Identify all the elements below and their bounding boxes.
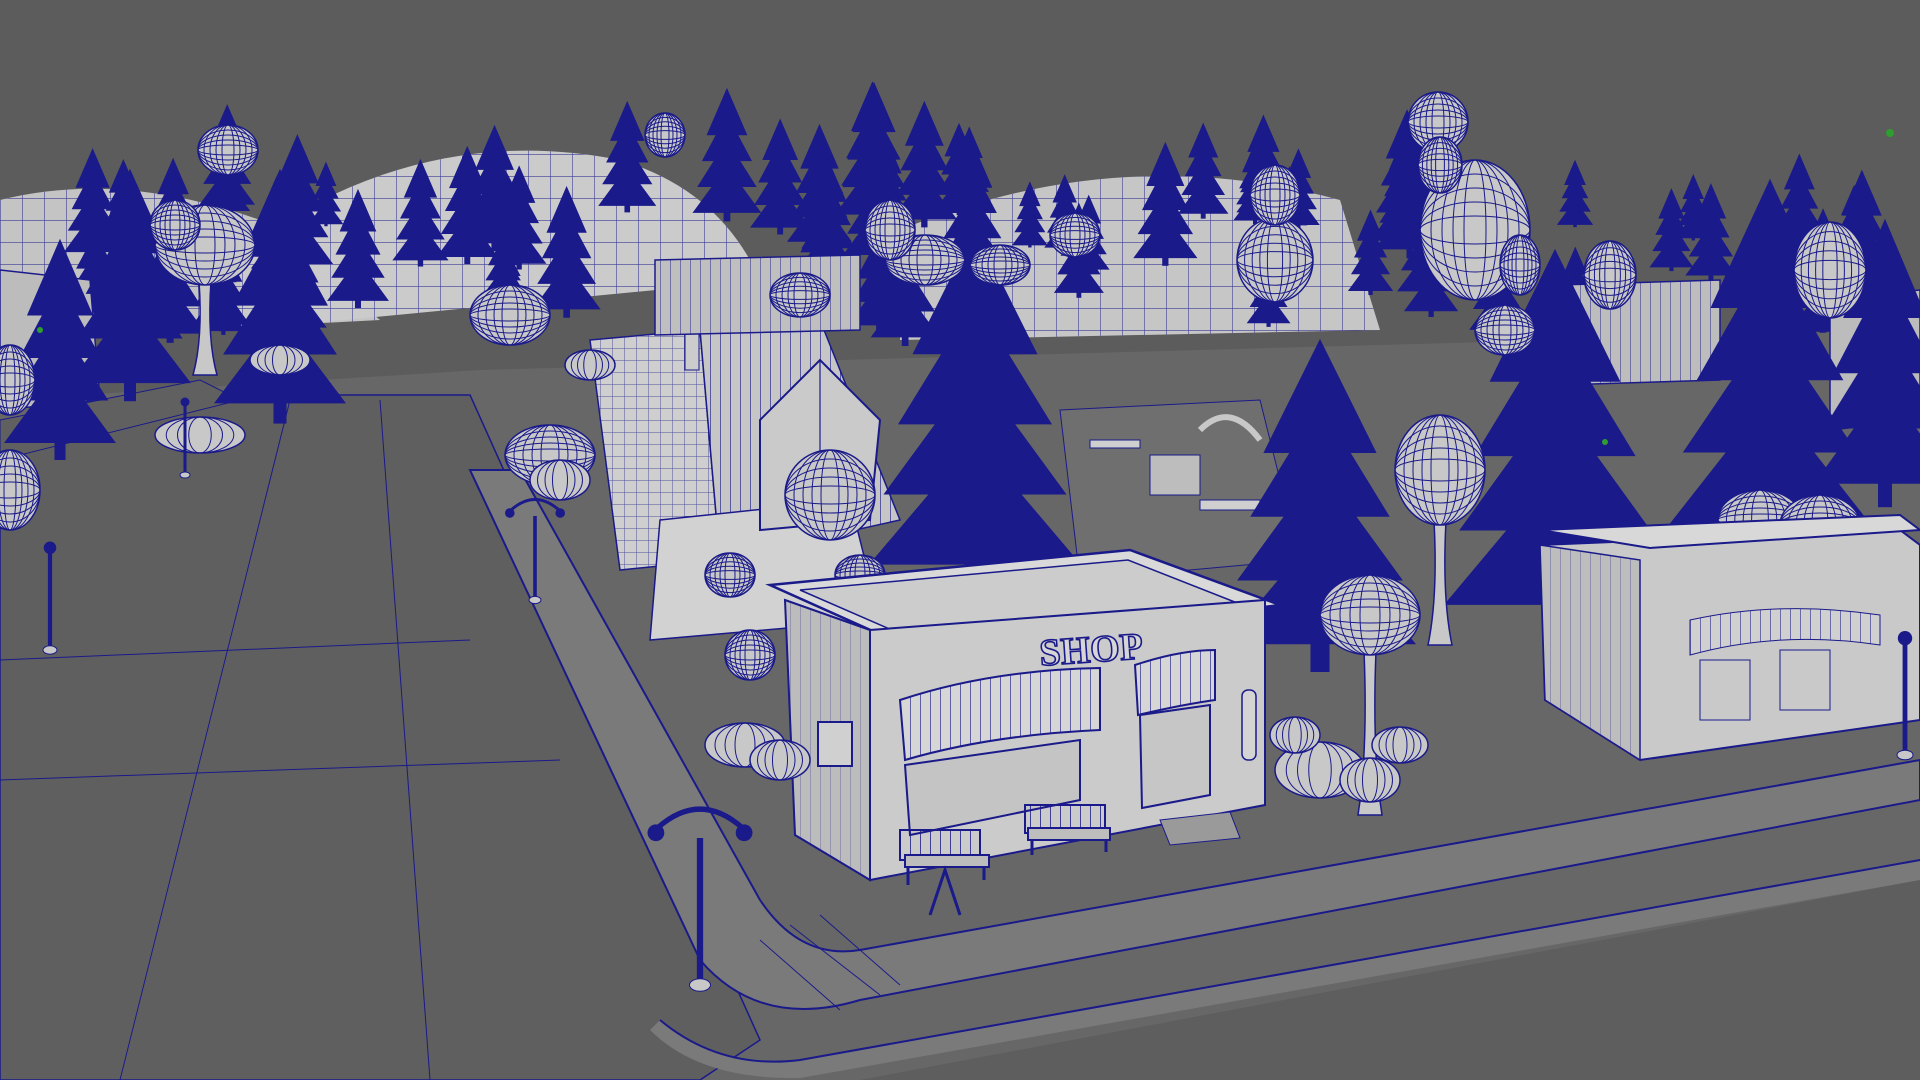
building-right [1538, 513, 1920, 762]
round-tree [469, 284, 551, 346]
round-tree [1417, 136, 1463, 194]
shrub [154, 416, 246, 454]
shrub [1269, 716, 1321, 754]
round-tree [1236, 217, 1314, 303]
maya-viewport-wireframe-on-shaded[interactable]: SHOP [0, 0, 1920, 1080]
shop-sign: SHOP [1038, 625, 1144, 674]
round-tree [1583, 240, 1637, 310]
shrub [1371, 726, 1429, 764]
round-tree [704, 552, 756, 598]
shrub [529, 459, 591, 501]
round-tree [724, 629, 776, 681]
round-tree [1049, 212, 1101, 258]
round-tree [149, 199, 201, 251]
round-tree [1499, 234, 1541, 296]
scene-canvas[interactable]: SHOP [0, 0, 1920, 1080]
shrub [1339, 757, 1401, 803]
round-tree [769, 272, 831, 318]
round-tree [1474, 304, 1536, 356]
shrub [249, 344, 311, 376]
round-tree [784, 449, 876, 541]
round-tree [864, 199, 916, 261]
round-tree [644, 112, 686, 158]
round-tree [1249, 164, 1301, 226]
round-tree [197, 124, 259, 176]
round-tree [969, 244, 1031, 286]
shrub [564, 349, 616, 381]
round-tree [1793, 221, 1867, 319]
shrub [749, 739, 811, 781]
